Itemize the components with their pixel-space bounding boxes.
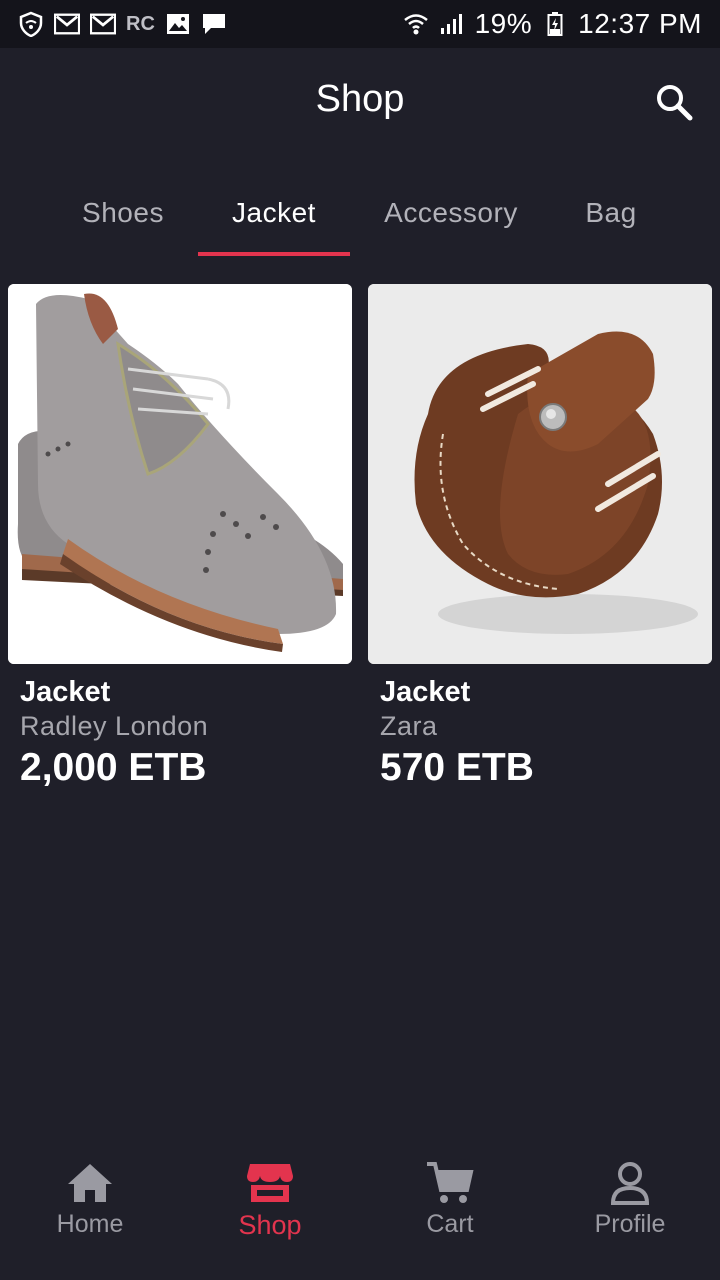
nav-home-label: Home [56,1210,124,1238]
clock: 12:37 PM [578,8,702,39]
battery-percent: 19% [474,8,533,39]
category-tabs: Shoes Jacket Accessory Bag [0,170,720,260]
product-image-shoes[interactable] [8,284,352,664]
nav-profile-label: Profile [594,1210,666,1238]
tab-accessory[interactable]: Accessory [370,170,532,256]
nav-cart[interactable]: Cart [360,1160,540,1239]
status-bar-notifications: RC [18,11,227,37]
bottom-navigation: Home Shop Cart Profile [0,1140,720,1280]
app-bar: Shop [0,48,720,160]
signal-icon [439,11,465,37]
product-card[interactable]: Jacket Radley London 2,000 ETB [8,284,352,790]
product-image-sheath[interactable] [368,284,712,664]
rc-icon: RC [126,12,155,35]
status-bar-system: 19% 12:37 PM [403,8,702,40]
search-icon [657,85,693,121]
chat-icon [201,11,227,37]
shield-wifi-icon [18,11,44,37]
status-bar: RC 19% 12:37 PM [0,0,720,48]
search-button[interactable] [654,82,694,122]
tab-shoes[interactable]: Shoes [60,170,186,256]
product-title: Jacket [380,676,471,708]
nav-home[interactable]: Home [0,1160,180,1239]
page-title: Shop [315,78,405,120]
nav-shop-label: Shop [238,1210,302,1240]
wifi-icon [403,11,429,37]
nav-cart-label: Cart [426,1210,474,1238]
nav-profile[interactable]: Profile [540,1160,720,1239]
battery-charging-icon [542,11,568,37]
home-icon [68,1164,112,1202]
product-price: 2,000 ETB [20,746,207,789]
tab-bag[interactable]: Bag [568,170,654,256]
gmail-icon [54,11,80,37]
tab-jacket[interactable]: Jacket [200,170,348,256]
product-card[interactable]: Jacket Zara 570 ETB [368,284,712,790]
shop-icon [247,1164,293,1202]
active-tab-indicator [198,252,350,256]
product-brand: Radley London [20,711,209,741]
product-brand: Zara [380,711,438,741]
gallery-icon [165,11,191,37]
product-price: 570 ETB [380,746,534,789]
nav-shop[interactable]: Shop [180,1160,360,1241]
gmail-icon [90,11,116,37]
profile-icon [610,1162,650,1205]
cart-icon [427,1162,474,1203]
product-title: Jacket [20,676,111,708]
